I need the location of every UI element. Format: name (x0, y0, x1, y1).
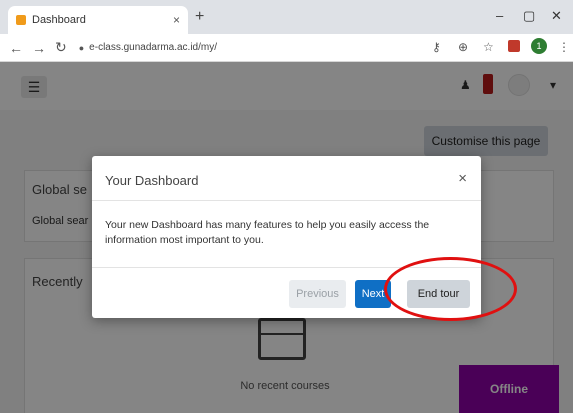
minimize-icon[interactable]: – (496, 8, 503, 23)
end-tour-highlight-ring (384, 257, 517, 321)
dialog-header: Your Dashboard × (92, 156, 481, 201)
address-bar[interactable]: ● e-class.gunadarma.ac.id/my/ (79, 38, 279, 58)
previous-button[interactable]: Previous (289, 280, 346, 308)
profile-icon[interactable]: 1 (531, 38, 547, 54)
extension-icon[interactable] (508, 40, 520, 52)
forward-arrow-icon[interactable]: → (32, 40, 46, 56)
reload-icon[interactable]: ↻ (55, 39, 67, 56)
favicon-icon (16, 15, 26, 25)
close-icon[interactable]: × (458, 170, 467, 187)
browser-tab[interactable]: Dashboard × (8, 6, 188, 34)
new-tab-icon[interactable]: + (195, 8, 204, 26)
dialog-title: Your Dashboard (105, 173, 199, 188)
maximize-icon[interactable]: ▢ (523, 8, 535, 24)
tab-close-icon[interactable]: × (173, 13, 180, 27)
key-icon[interactable]: ⚷ (432, 40, 441, 54)
zoom-icon[interactable]: ⊕ (458, 40, 468, 54)
tab-title: Dashboard (32, 14, 86, 26)
close-window-icon[interactable]: ✕ (551, 8, 562, 24)
browser-tabstrip: Dashboard × + – ▢ ✕ (0, 0, 573, 34)
back-arrow-icon[interactable]: ← (9, 40, 23, 56)
lock-icon: ● (78, 42, 85, 53)
star-icon[interactable]: ☆ (483, 40, 494, 54)
dialog-body: Your new Dashboard has many features to … (105, 219, 430, 246)
url-text: e-class.gunadarma.ac.id/my/ (89, 42, 218, 53)
more-icon[interactable]: ⋮ (558, 40, 570, 54)
